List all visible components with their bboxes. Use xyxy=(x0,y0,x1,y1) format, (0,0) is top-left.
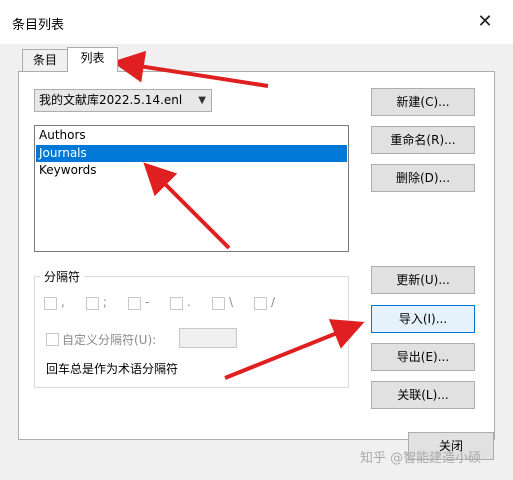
link-button[interactable]: 关联(L)... xyxy=(371,381,475,409)
separator-checkbox-slash[interactable] xyxy=(254,297,267,310)
separator-checkbox-semicolon[interactable] xyxy=(86,297,99,310)
chevron-down-icon: ▼ xyxy=(198,95,206,106)
tab-lists[interactable]: 列表 xyxy=(67,47,118,72)
watermark: 知乎 @智能建造小硕 xyxy=(360,451,482,466)
new-button[interactable]: 新建(C)... xyxy=(371,88,475,116)
separator-checkbox-comma[interactable] xyxy=(44,297,57,310)
separator-label-slash: / xyxy=(271,295,276,309)
separator-group-label: 分隔符 xyxy=(40,268,85,285)
tab-items[interactable]: 条目 xyxy=(22,49,68,71)
window-title: 条目列表 xyxy=(12,18,65,33)
update-button[interactable]: 更新(U)... xyxy=(371,266,475,294)
list-box[interactable]: Authors Journals Keywords xyxy=(34,125,349,252)
rename-button[interactable]: 重命名(R)... xyxy=(371,126,475,154)
separator-checkbox-backslash[interactable] xyxy=(212,297,225,310)
custom-separator-checkbox[interactable] xyxy=(46,333,59,346)
close-icon[interactable]: ✕ xyxy=(470,8,500,36)
separator-label-semicolon: ; xyxy=(103,295,108,309)
list-item-journals[interactable]: Journals xyxy=(36,145,347,162)
custom-separator-input[interactable] xyxy=(179,328,237,348)
list-item-keywords[interactable]: Keywords xyxy=(36,162,347,179)
library-select-value: 我的文献库2022.5.14.enl xyxy=(39,93,183,107)
custom-separator-label: 自定义分隔符(U): xyxy=(62,333,157,347)
title-bar xyxy=(0,0,513,44)
library-select[interactable]: 我的文献库2022.5.14.enl ▼ xyxy=(34,89,212,112)
export-button[interactable]: 导出(E)... xyxy=(371,343,475,371)
import-button[interactable]: 导入(I)... xyxy=(371,305,475,333)
separator-checkbox-dash[interactable] xyxy=(128,297,141,310)
separator-label-dash: - xyxy=(145,295,150,309)
separator-checkbox-period[interactable] xyxy=(170,297,183,310)
separator-label-comma: , xyxy=(61,295,65,309)
separator-note: 回车总是作为术语分隔符 xyxy=(46,362,179,376)
list-item-authors[interactable]: Authors xyxy=(36,127,347,144)
delete-button[interactable]: 删除(D)... xyxy=(371,164,475,192)
separator-label-backslash: \ xyxy=(229,295,234,309)
separator-label-period: . xyxy=(187,295,191,309)
